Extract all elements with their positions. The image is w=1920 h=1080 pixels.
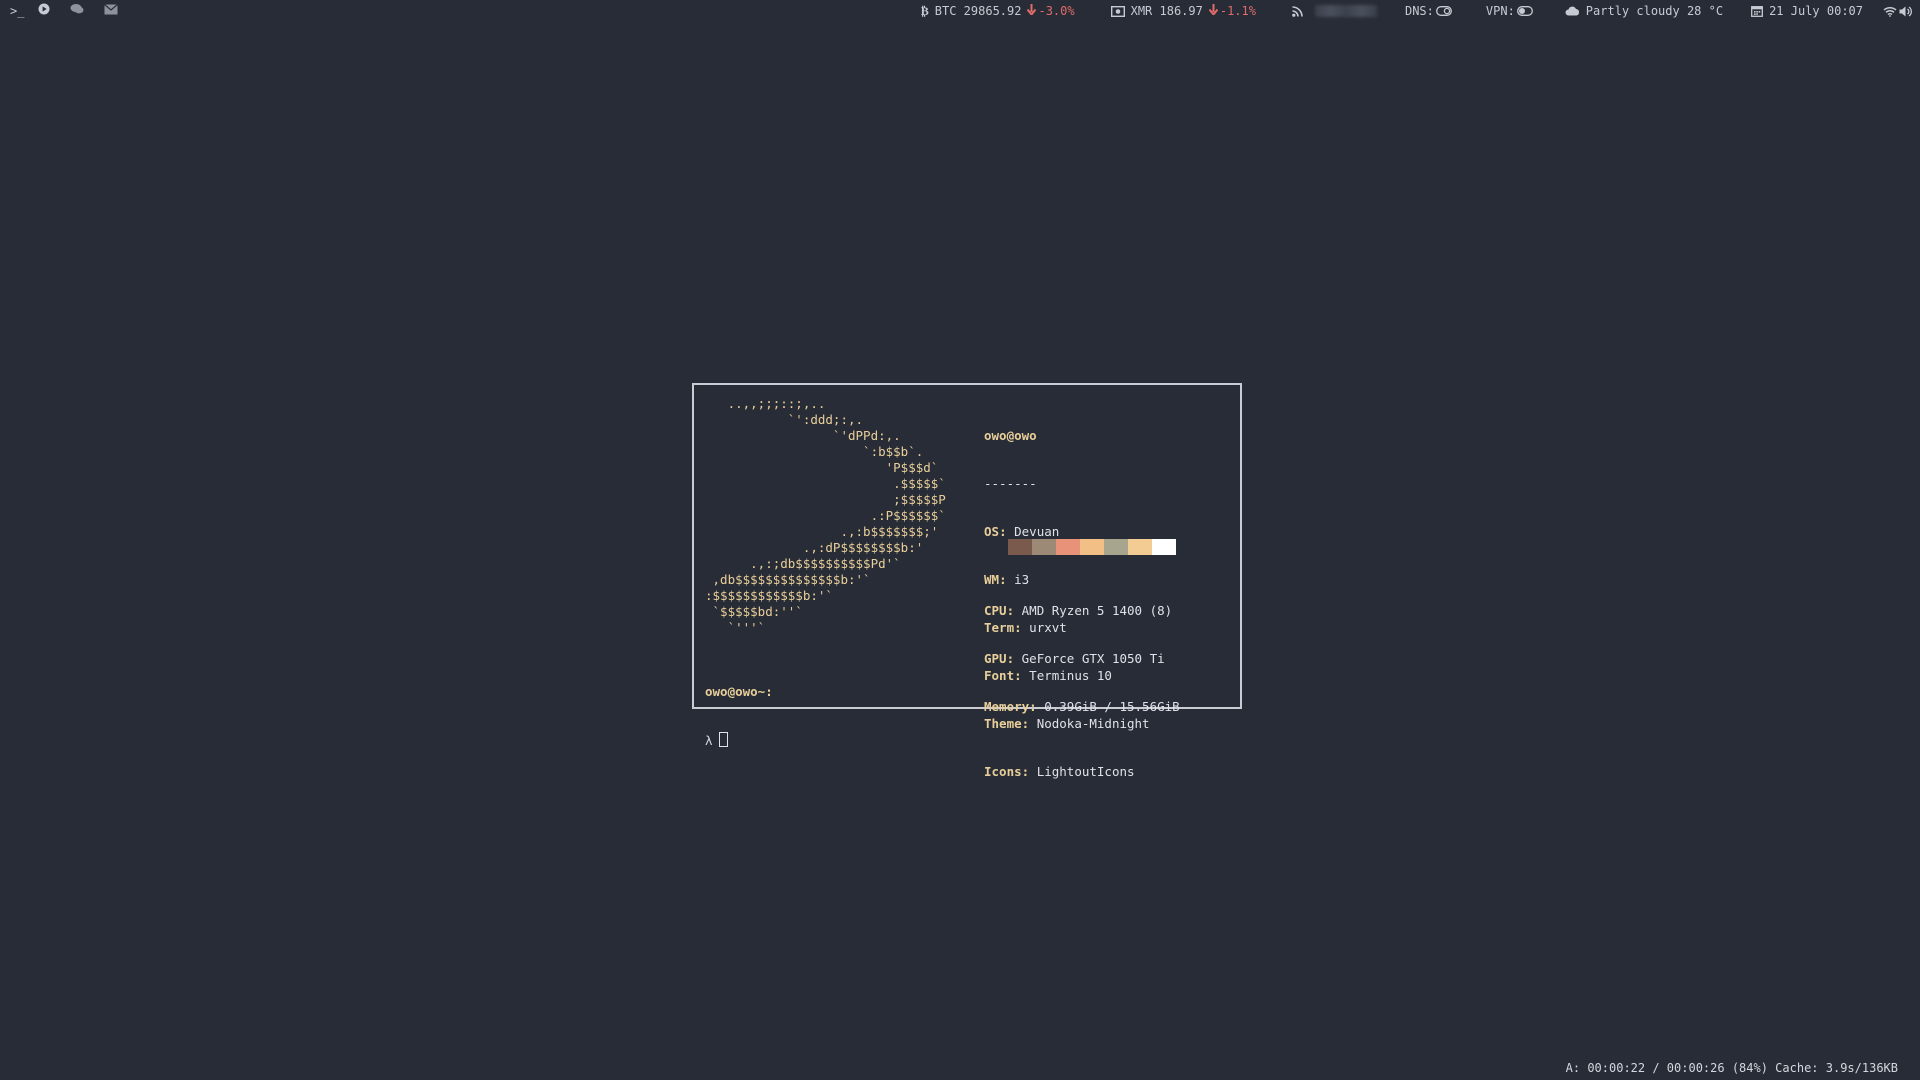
dns-label: DNS: — [1404, 4, 1434, 18]
info-separator: ------- — [984, 476, 1037, 491]
play-icon[interactable] — [38, 0, 50, 22]
shell-prompt[interactable]: owo@owo~: λ — [705, 652, 773, 781]
vpn-toggle-on-icon[interactable] — [1516, 6, 1533, 16]
btc-change: -3.0% — [1038, 4, 1075, 18]
prompt-symbol: λ — [705, 733, 713, 748]
xmr-down-arrow-icon — [1208, 0, 1219, 22]
hardware-info: CPU: AMD Ryzen 5 1400 (8) GPU: GeForce G… — [984, 571, 1180, 747]
xmr-change: -1.1% — [1219, 4, 1256, 18]
bitcoin-icon: ₿ — [920, 4, 929, 18]
palette-swatch — [1056, 539, 1080, 555]
dns-module[interactable]: DNS: — [1405, 0, 1452, 22]
info-row-memory: Memory: 0.39GiB / 15.56GiB — [984, 699, 1180, 714]
mail-icon[interactable] — [104, 0, 119, 22]
info-header: owo@owo — [984, 428, 1037, 443]
cash-icon — [1110, 5, 1125, 17]
redacted-text — [1314, 5, 1377, 17]
ascii-logo: ..,,;;;::;,.. `':ddd;:,. `'dPPd:,. `:b$$… — [705, 396, 946, 635]
btc-down-arrow-icon — [1027, 0, 1037, 22]
top-status-bar: >_ ₿ BTC 29865.92 -3.0% XMR 186.97 -1.1%… — [0, 0, 1920, 22]
btc-price: BTC 29865.92 — [934, 4, 1022, 18]
palette-swatch — [1032, 539, 1056, 555]
btc-module[interactable]: ₿ BTC 29865.92 -3.0% — [921, 0, 1075, 22]
dns-toggle-off-icon[interactable] — [1435, 6, 1452, 16]
media-status: A: 00:00:22 / 00:00:26 (84%) Cache: 3.9s… — [1565, 1061, 1898, 1075]
wifi-icon — [1883, 6, 1897, 17]
info-row-cpu: CPU: AMD Ryzen 5 1400 (8) — [984, 603, 1173, 618]
terminal-icon[interactable]: >_ — [10, 0, 24, 22]
date-module[interactable]: 21 July 00:07 — [1751, 0, 1863, 22]
terminal-window[interactable]: ..,,;;;::;,.. `':ddd;:,. `'dPPd:,. `:b$$… — [692, 383, 1242, 779]
color-palette — [1008, 539, 1176, 555]
network-module[interactable] — [1883, 5, 1912, 17]
info-row-gpu: GPU: GeForce GTX 1050 Ti — [984, 651, 1165, 666]
palette-swatch — [1104, 539, 1128, 555]
xmr-module[interactable]: XMR 186.97 -1.1% — [1110, 0, 1256, 22]
palette-swatch — [1128, 539, 1152, 555]
palette-swatch — [1008, 539, 1032, 555]
cloud-icon — [1565, 6, 1580, 16]
info-row-os: OS: Devuan — [984, 524, 1060, 539]
volume-icon[interactable] — [1899, 5, 1912, 17]
palette-swatch — [1080, 539, 1104, 555]
xmr-price: XMR 186.97 — [1130, 4, 1203, 18]
rss-module[interactable] — [1292, 5, 1377, 17]
calendar-icon — [1751, 5, 1764, 17]
bar-left-icons: >_ — [10, 0, 119, 22]
palette-swatch — [1152, 539, 1176, 555]
text-cursor[interactable] — [718, 732, 728, 747]
info-row-icons: Icons: LightoutIcons — [984, 764, 1135, 779]
weather-text: Partly cloudy 28 °C — [1585, 4, 1724, 18]
weather-module[interactable]: Partly cloudy 28 °C — [1565, 0, 1723, 22]
vpn-module[interactable]: VPN: — [1486, 0, 1533, 22]
vpn-label: VPN: — [1485, 4, 1515, 18]
bar-right-modules: ₿ BTC 29865.92 -3.0% XMR 186.97 -1.1% DN… — [921, 0, 1912, 22]
prompt-host: owo@owo~: — [705, 684, 773, 699]
datetime-text: 21 July 00:07 — [1769, 4, 1863, 18]
chat-icon[interactable] — [70, 0, 84, 22]
rss-icon — [1292, 5, 1303, 17]
